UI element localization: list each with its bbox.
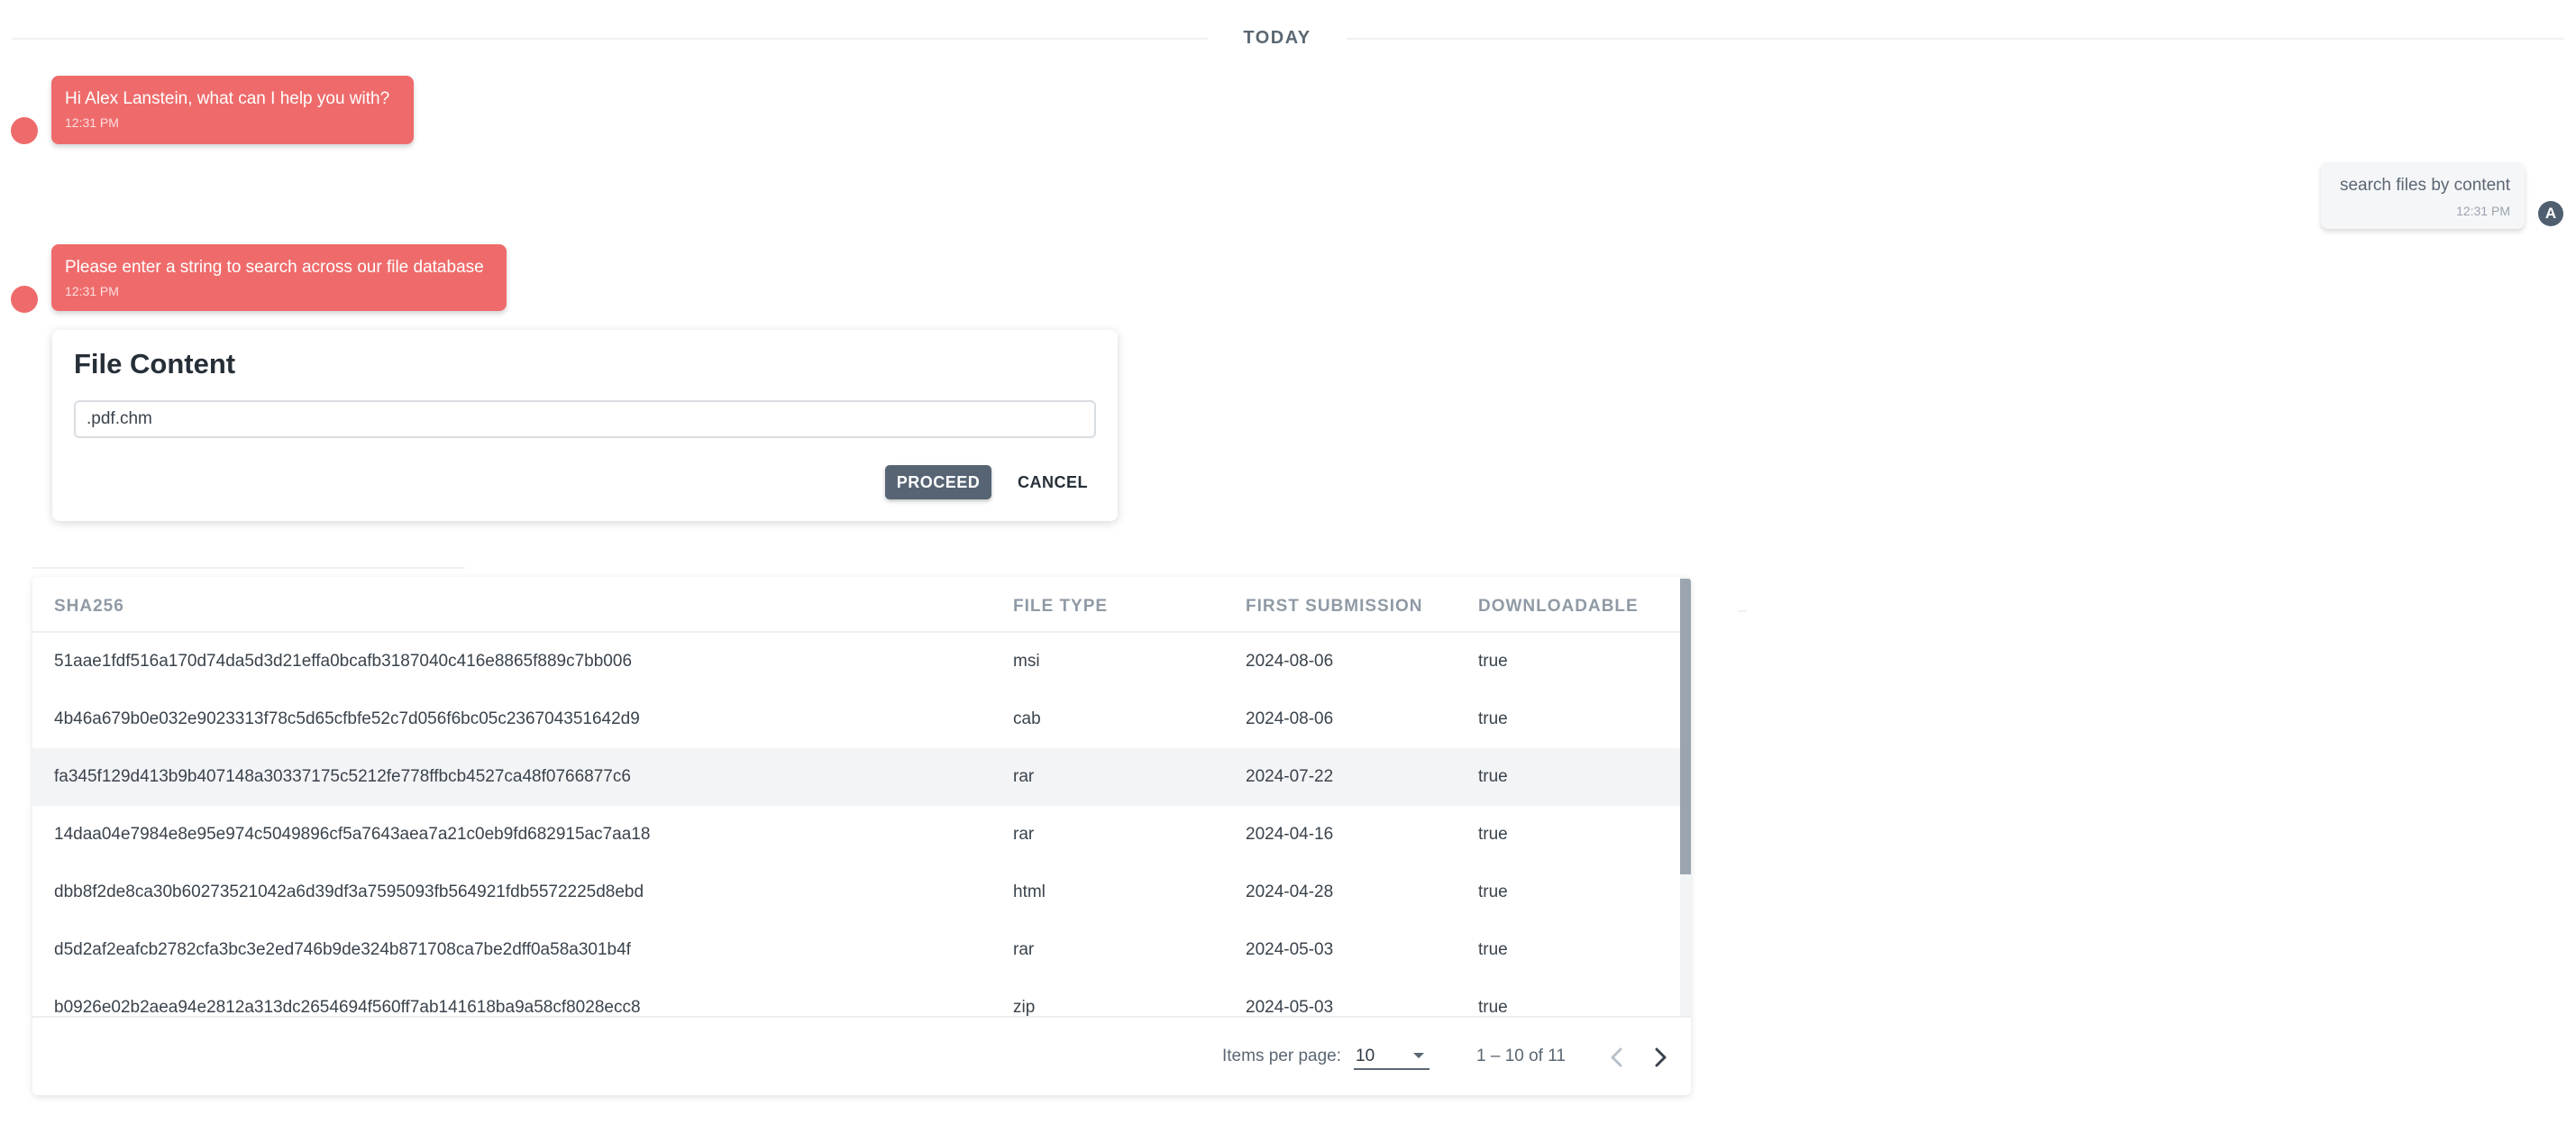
cell-file-type: rar <box>1013 767 1035 786</box>
cell-file-type: cab <box>1013 709 1041 728</box>
chevron-left-icon <box>1611 1047 1622 1067</box>
items-per-page-value: 10 <box>1356 1047 1375 1065</box>
cell-file-type: rar <box>1013 825 1035 844</box>
cell-downloadable: true <box>1478 940 1508 959</box>
table-header: SHA256 FILE TYPE FIRST SUBMISSION DOWNLO… <box>32 577 1682 633</box>
message-text: Please enter a string to search across o… <box>65 258 484 277</box>
bot-avatar <box>11 286 38 313</box>
table-row[interactable]: 14daa04e7984e8e95e974c5049896cf5a7643aea… <box>32 806 1682 864</box>
column-header-file-type[interactable]: FILE TYPE <box>1013 597 1108 617</box>
message-time: 12:31 PM <box>65 115 119 130</box>
file-content-card: File Content PROCEED CANCEL <box>52 330 1118 521</box>
cell-sha256: d5d2af2eafcb2782cfa3bc3e2ed746b9de324b87… <box>54 940 631 959</box>
cell-sha256: b0926e02b2aea94e2812a313dc2654694f560ff7… <box>54 998 641 1016</box>
cancel-button[interactable]: CANCEL <box>1008 465 1098 499</box>
cell-first-submission: 2024-04-16 <box>1246 825 1334 844</box>
caret-down-icon <box>1413 1053 1424 1058</box>
column-header-first-submission[interactable]: FIRST SUBMISSION <box>1246 597 1423 617</box>
divider-label: TODAY <box>1243 28 1311 48</box>
table-row[interactable]: fa345f129d413b9b407148a30337175c5212fe77… <box>32 748 1682 806</box>
table-row[interactable]: b0926e02b2aea94e2812a313dc2654694f560ff7… <box>32 979 1682 1016</box>
bot-avatar <box>11 117 38 144</box>
cell-first-submission: 2024-07-22 <box>1246 767 1334 786</box>
chevron-right-icon <box>1655 1047 1667 1067</box>
column-header-downloadable[interactable]: DOWNLOADABLE <box>1478 597 1639 617</box>
cell-sha256: 14daa04e7984e8e95e974c5049896cf5a7643aea… <box>54 825 651 844</box>
cell-sha256: 51aae1fdf516a170d74da5d3d21effa0bcafb318… <box>54 652 633 671</box>
bot-message: Please enter a string to search across o… <box>51 244 507 311</box>
cell-sha256: fa345f129d413b9b407148a30337175c5212fe77… <box>54 767 631 786</box>
message-text: Hi Alex Lanstein, what can I help you wi… <box>65 89 390 108</box>
message-time: 12:31 PM <box>65 284 119 298</box>
cell-first-submission: 2024-08-06 <box>1246 652 1334 671</box>
scrollbar-thumb[interactable] <box>1680 579 1691 874</box>
cell-first-submission: 2024-04-28 <box>1246 882 1334 901</box>
cell-sha256: 4b46a679b0e032e9023313f78c5d65cfbfe52c7d… <box>54 709 640 728</box>
cell-downloadable: true <box>1478 709 1508 728</box>
cell-first-submission: 2024-05-03 <box>1246 998 1334 1016</box>
table-viewport[interactable]: SHA256 FILE TYPE FIRST SUBMISSION DOWNLO… <box>32 577 1682 1016</box>
range-label: 1 – 10 of 11 <box>1476 1047 1566 1065</box>
table-row[interactable]: 51aae1fdf516a170d74da5d3d21effa0bcafb318… <box>32 633 1682 690</box>
proceed-button[interactable]: PROCEED <box>885 465 991 499</box>
message-text: search files by content <box>2339 176 2510 195</box>
cell-first-submission: 2024-05-03 <box>1246 940 1334 959</box>
items-per-page-select[interactable]: 10 <box>1354 1043 1430 1070</box>
cell-file-type: rar <box>1013 940 1035 959</box>
cell-downloadable: true <box>1478 767 1508 786</box>
cell-first-submission: 2024-08-06 <box>1246 709 1334 728</box>
user-message: search files by content 12:31 PM <box>2321 162 2525 229</box>
results-table: SHA256 FILE TYPE FIRST SUBMISSION DOWNLO… <box>32 577 1691 1095</box>
divider-line-right <box>1347 38 2563 40</box>
divider-line-left <box>13 38 1208 40</box>
cell-file-type: zip <box>1013 998 1036 1016</box>
cell-file-type: msi <box>1013 652 1040 671</box>
cell-sha256: dbb8f2de8ca30b60273521042a6d39df3a759509… <box>54 882 644 901</box>
file-content-input[interactable] <box>74 400 1096 438</box>
table-row[interactable]: dbb8f2de8ca30b60273521042a6d39df3a759509… <box>32 864 1682 921</box>
items-per-page-label: Items per page: <box>1222 1047 1342 1065</box>
day-divider: TODAY <box>13 28 2563 48</box>
table-row[interactable]: d5d2af2eafcb2782cfa3bc3e2ed746b9de324b87… <box>32 921 1682 979</box>
separator <box>32 567 465 569</box>
table-row[interactable]: 4b46a679b0e032e9023313f78c5d65cfbfe52c7d… <box>32 690 1682 748</box>
chat-page: TODAY Hi Alex Lanstein, what can I help … <box>0 0 2576 1143</box>
cell-downloadable: true <box>1478 998 1508 1016</box>
column-header-sha256[interactable]: SHA256 <box>54 597 124 617</box>
cell-downloadable: true <box>1478 652 1508 671</box>
user-avatar: A <box>2538 201 2563 226</box>
cell-downloadable: true <box>1478 882 1508 901</box>
separator <box>1738 610 1747 612</box>
cell-downloadable: true <box>1478 825 1508 844</box>
bot-message: Hi Alex Lanstein, what can I help you wi… <box>51 76 414 144</box>
card-title: File Content <box>74 348 236 379</box>
previous-page-button[interactable] <box>1601 1039 1633 1075</box>
paginator: Items per page: 10 1 – 10 of 11 <box>32 1016 1691 1095</box>
cell-file-type: html <box>1013 882 1046 901</box>
next-page-button[interactable] <box>1644 1039 1676 1075</box>
message-time: 12:31 PM <box>2456 204 2510 218</box>
